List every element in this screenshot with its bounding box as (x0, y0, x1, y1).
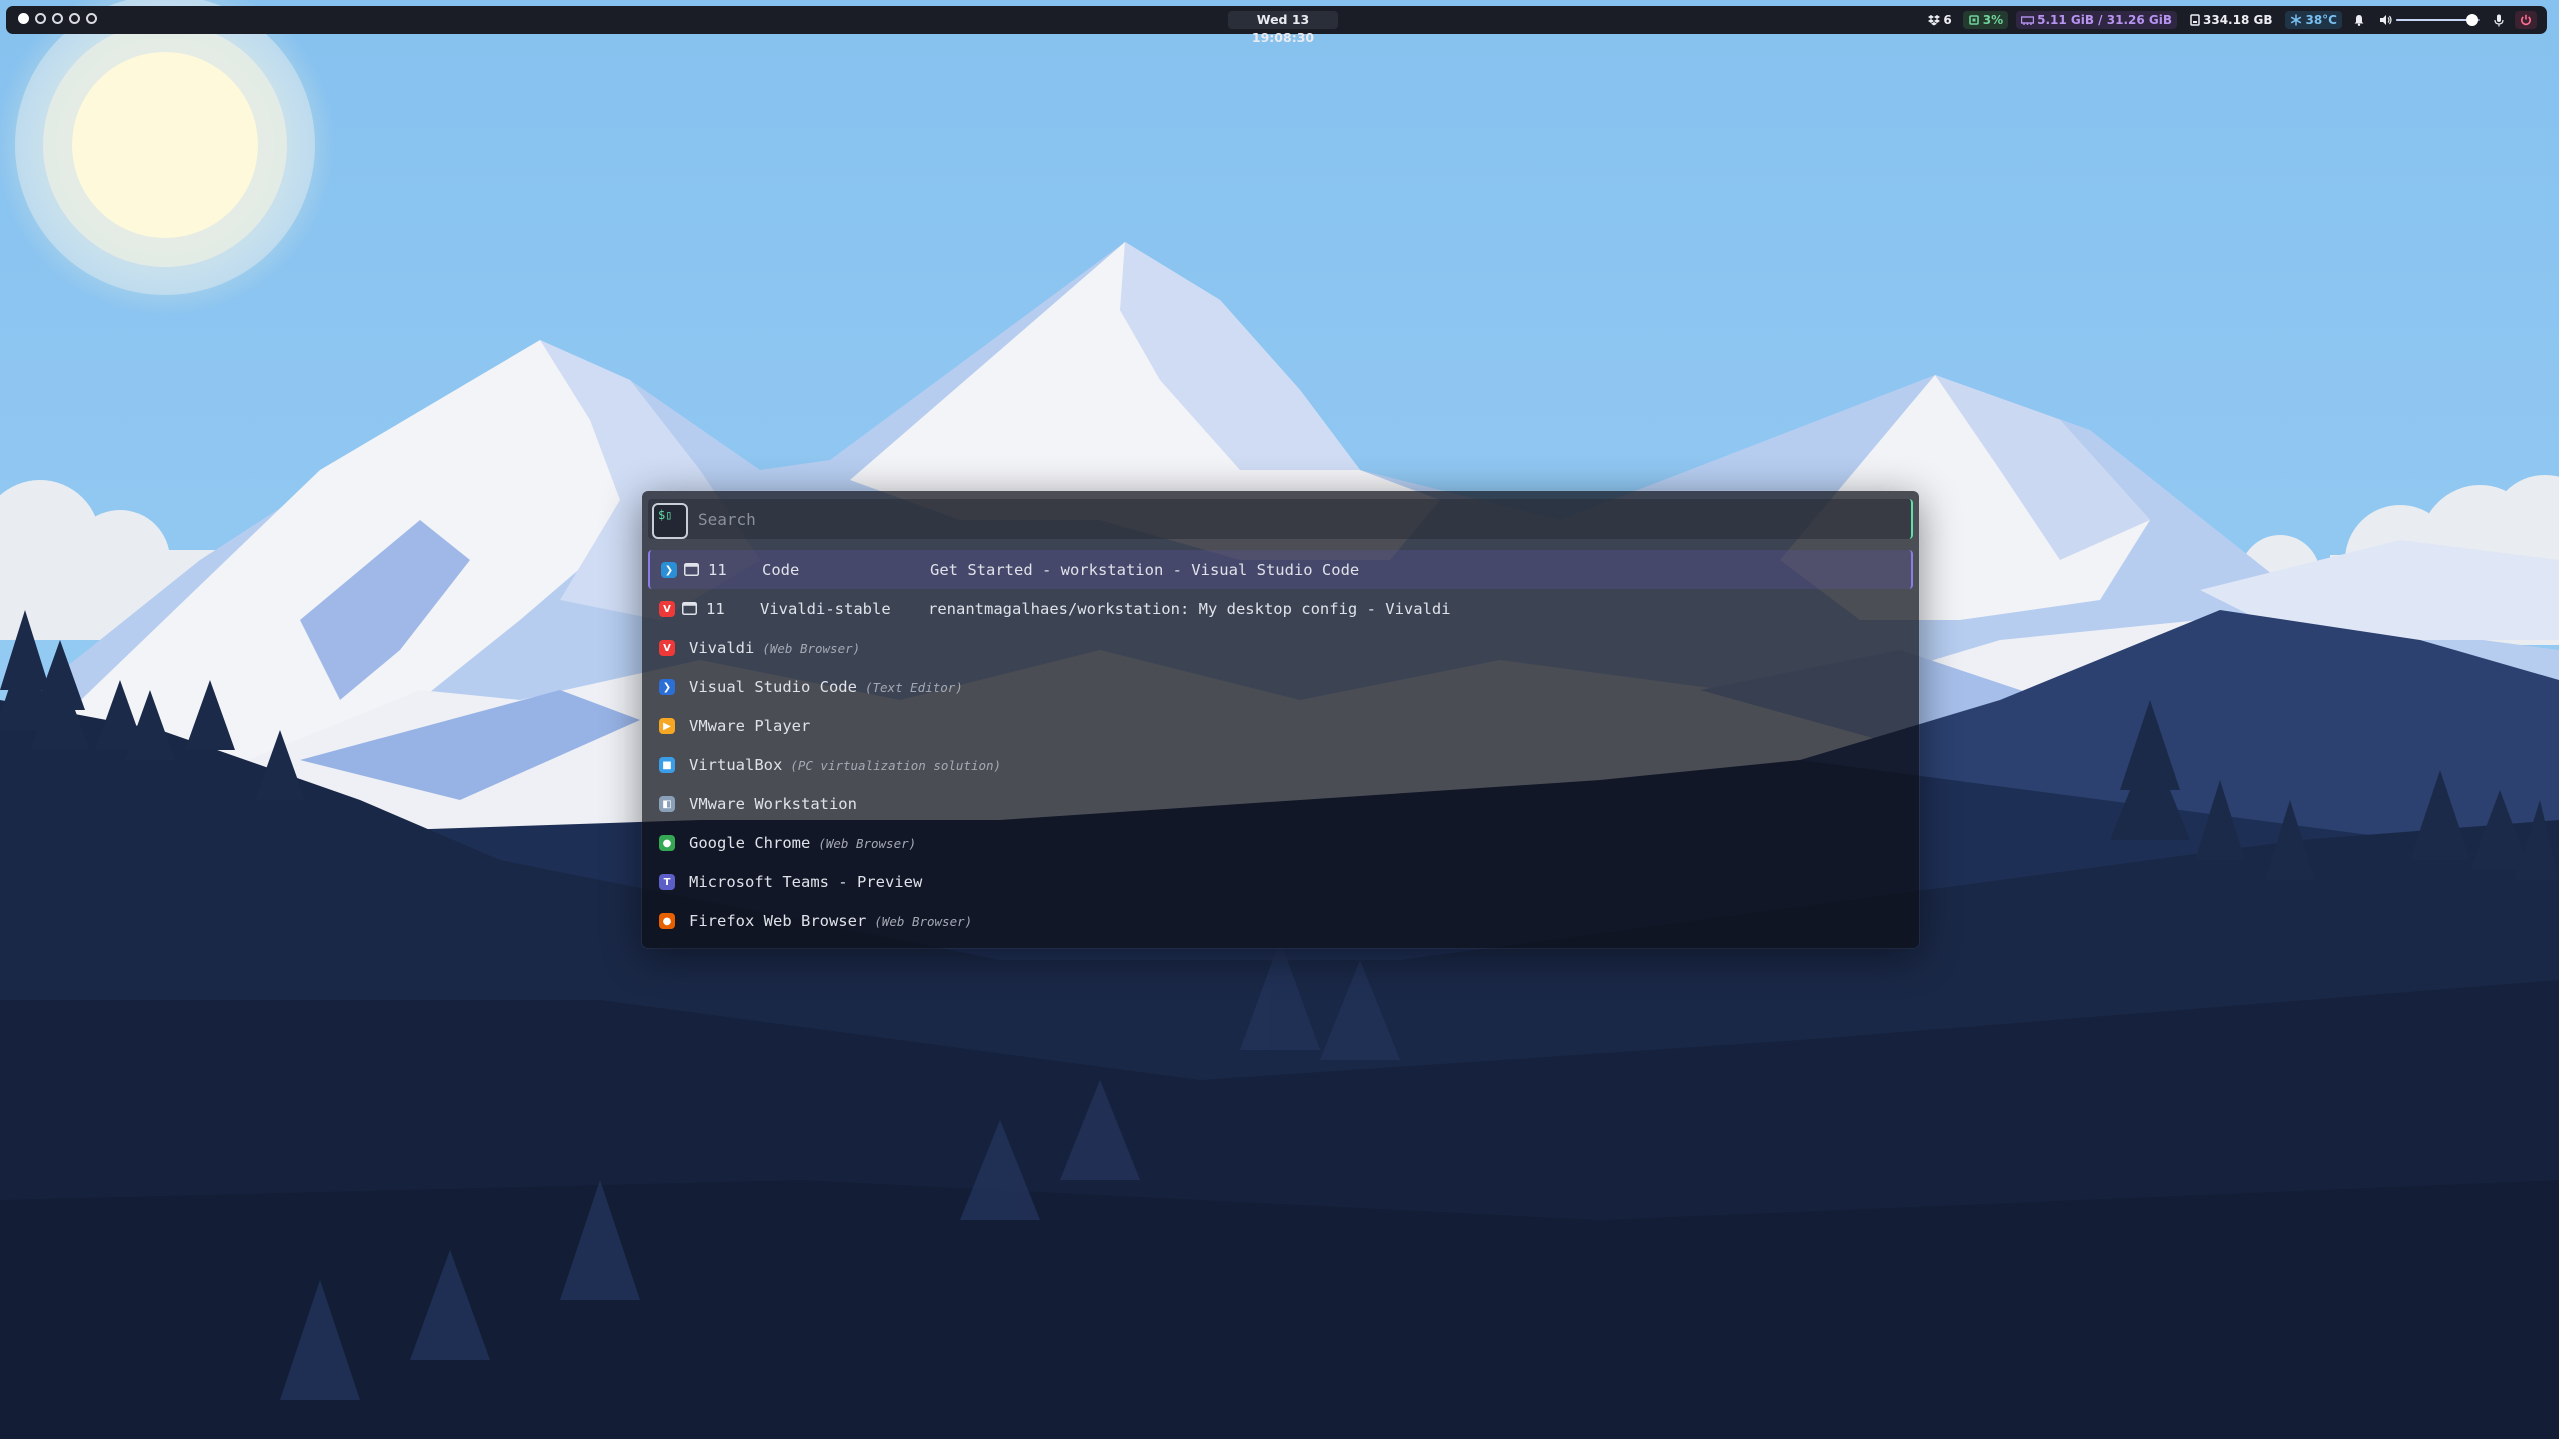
app-result-item[interactable]: T Microsoft Teams - Preview (648, 862, 1913, 901)
window-icon (682, 602, 697, 615)
window-class: Code (762, 560, 800, 579)
app-result-item[interactable]: ● Firefox Web Browser (Web Browser) (648, 901, 1913, 940)
results-list: ❯ 11 Code Get Started - workstation - Visua… (648, 550, 1913, 940)
vivaldi-icon: V (659, 601, 675, 617)
vscode-icon: ❯ (661, 562, 677, 578)
google-chrome-icon: ● (659, 835, 675, 851)
memory-value: 5.11 GiB / 31.26 GiB (2037, 13, 2172, 27)
volume-slider[interactable] (2396, 11, 2480, 29)
app-result-item[interactable]: ● Google Chrome (Web Browser) (648, 823, 1913, 862)
virtualbox-icon: ■ (659, 757, 675, 773)
app-name: Microsoft Teams - Preview (689, 872, 923, 891)
app-name: VMware Player (689, 716, 811, 735)
workspace-indicator[interactable] (35, 13, 46, 24)
cpu-module[interactable]: 3% (1962, 11, 2009, 29)
snowflake-icon (2291, 14, 2302, 26)
workspace-indicator[interactable] (86, 13, 97, 24)
app-result-item[interactable]: ◧ VMware Workstation (648, 784, 1913, 823)
disk-value: 334.18 GB (2203, 13, 2273, 27)
cpu-icon (1968, 15, 1979, 25)
top-bar: Wed 13 19:08:30 6 3% 5.11 GiB / 31.26 Gi… (6, 6, 2547, 45)
app-description: (Text Editor) (864, 679, 963, 695)
volume-slider-knob[interactable] (2465, 14, 2478, 26)
power-button[interactable] (2515, 11, 2537, 29)
app-description: (Web Browser) (874, 913, 973, 929)
vmware-workstation-icon: ◧ (659, 796, 675, 812)
window-title: renantmagalhaes/workstation: My desktop … (928, 599, 1451, 618)
disk-icon (2190, 14, 2200, 26)
app-result-item[interactable]: ❯ Visual Studio Code (Text Editor) (648, 667, 1913, 706)
memory-module[interactable]: 5.11 GiB / 31.26 GiB (2016, 11, 2177, 29)
microphone-module[interactable] (2491, 11, 2507, 29)
cpu-value: 3% (1982, 13, 2004, 27)
power-icon (2521, 14, 2531, 26)
app-name: Visual Studio Code (689, 677, 857, 696)
dropbox-count: 6 (1943, 13, 1952, 27)
app-description: (Web Browser) (818, 835, 917, 851)
app-launcher: $▯ ❯ 11 Code Get Started - workstation - Vi… (642, 491, 1919, 948)
app-name: Vivaldi (689, 638, 755, 657)
app-name: Firefox Web Browser (689, 911, 867, 930)
bell-icon (2354, 15, 2364, 26)
window-class: Vivaldi-stable (760, 599, 891, 618)
workspace-indicator[interactable] (18, 13, 29, 24)
window-result-item[interactable]: ❯ 11 Code Get Started - workstation - Visua… (648, 550, 1913, 589)
dropbox-icon (1928, 15, 1941, 26)
volume-module[interactable] (2376, 11, 2483, 29)
vivaldi-icon: V (659, 640, 675, 656)
search-bar: $▯ (648, 499, 1913, 539)
memory-icon (2021, 15, 2035, 25)
app-description: (PC virtualization solution) (790, 757, 1002, 773)
terminal-prompt-icon: $▯ (652, 503, 688, 539)
window-title: Get Started - workstation - Visual Studi… (930, 560, 1360, 579)
firefox-icon: ● (659, 913, 675, 929)
app-result-item[interactable]: ▶ VMware Player (648, 706, 1913, 745)
workspace-number: 11 (706, 599, 725, 618)
workspace-switcher (18, 13, 97, 24)
speaker-icon (2380, 15, 2392, 25)
workspace-indicator[interactable] (52, 13, 63, 24)
window-result-item[interactable]: V 11 Vivaldi-stable renantmagalhaes/worksta… (648, 589, 1913, 628)
app-result-item[interactable]: V Vivaldi (Web Browser) (648, 628, 1913, 667)
workspace-number: 11 (708, 560, 727, 579)
app-name: VirtualBox (689, 755, 783, 774)
microphone-icon (2494, 14, 2504, 26)
microsoft-teams-icon: T (659, 874, 675, 890)
search-input[interactable] (698, 499, 1898, 539)
app-result-item[interactable]: ■ VirtualBox (PC virtualization solution) (648, 745, 1913, 784)
app-name: VMware Workstation (689, 794, 857, 813)
app-name: Google Chrome (689, 833, 811, 852)
workspace-indicator[interactable] (69, 13, 80, 24)
temperature-value: 38°C (2305, 13, 2337, 27)
window-icon (684, 563, 699, 576)
vmware-player-icon: ▶ (659, 718, 675, 734)
disk-module[interactable]: 334.18 GB (2185, 11, 2277, 29)
dropbox-module[interactable]: 6 (1925, 11, 1954, 29)
status-modules: 6 3% 5.11 GiB / 31.26 GiB 334.18 GB 38°C (1925, 10, 2537, 30)
app-description: (Web Browser) (762, 640, 861, 656)
notifications-module[interactable] (2350, 11, 2368, 29)
vscode-icon: ❯ (659, 679, 675, 695)
desktop: Wed 13 19:08:30 6 3% 5.11 GiB / 31.26 Gi… (0, 0, 2559, 1439)
temperature-module[interactable]: 38°C (2285, 11, 2342, 29)
clock[interactable]: Wed 13 19:08:30 (1228, 11, 1338, 45)
